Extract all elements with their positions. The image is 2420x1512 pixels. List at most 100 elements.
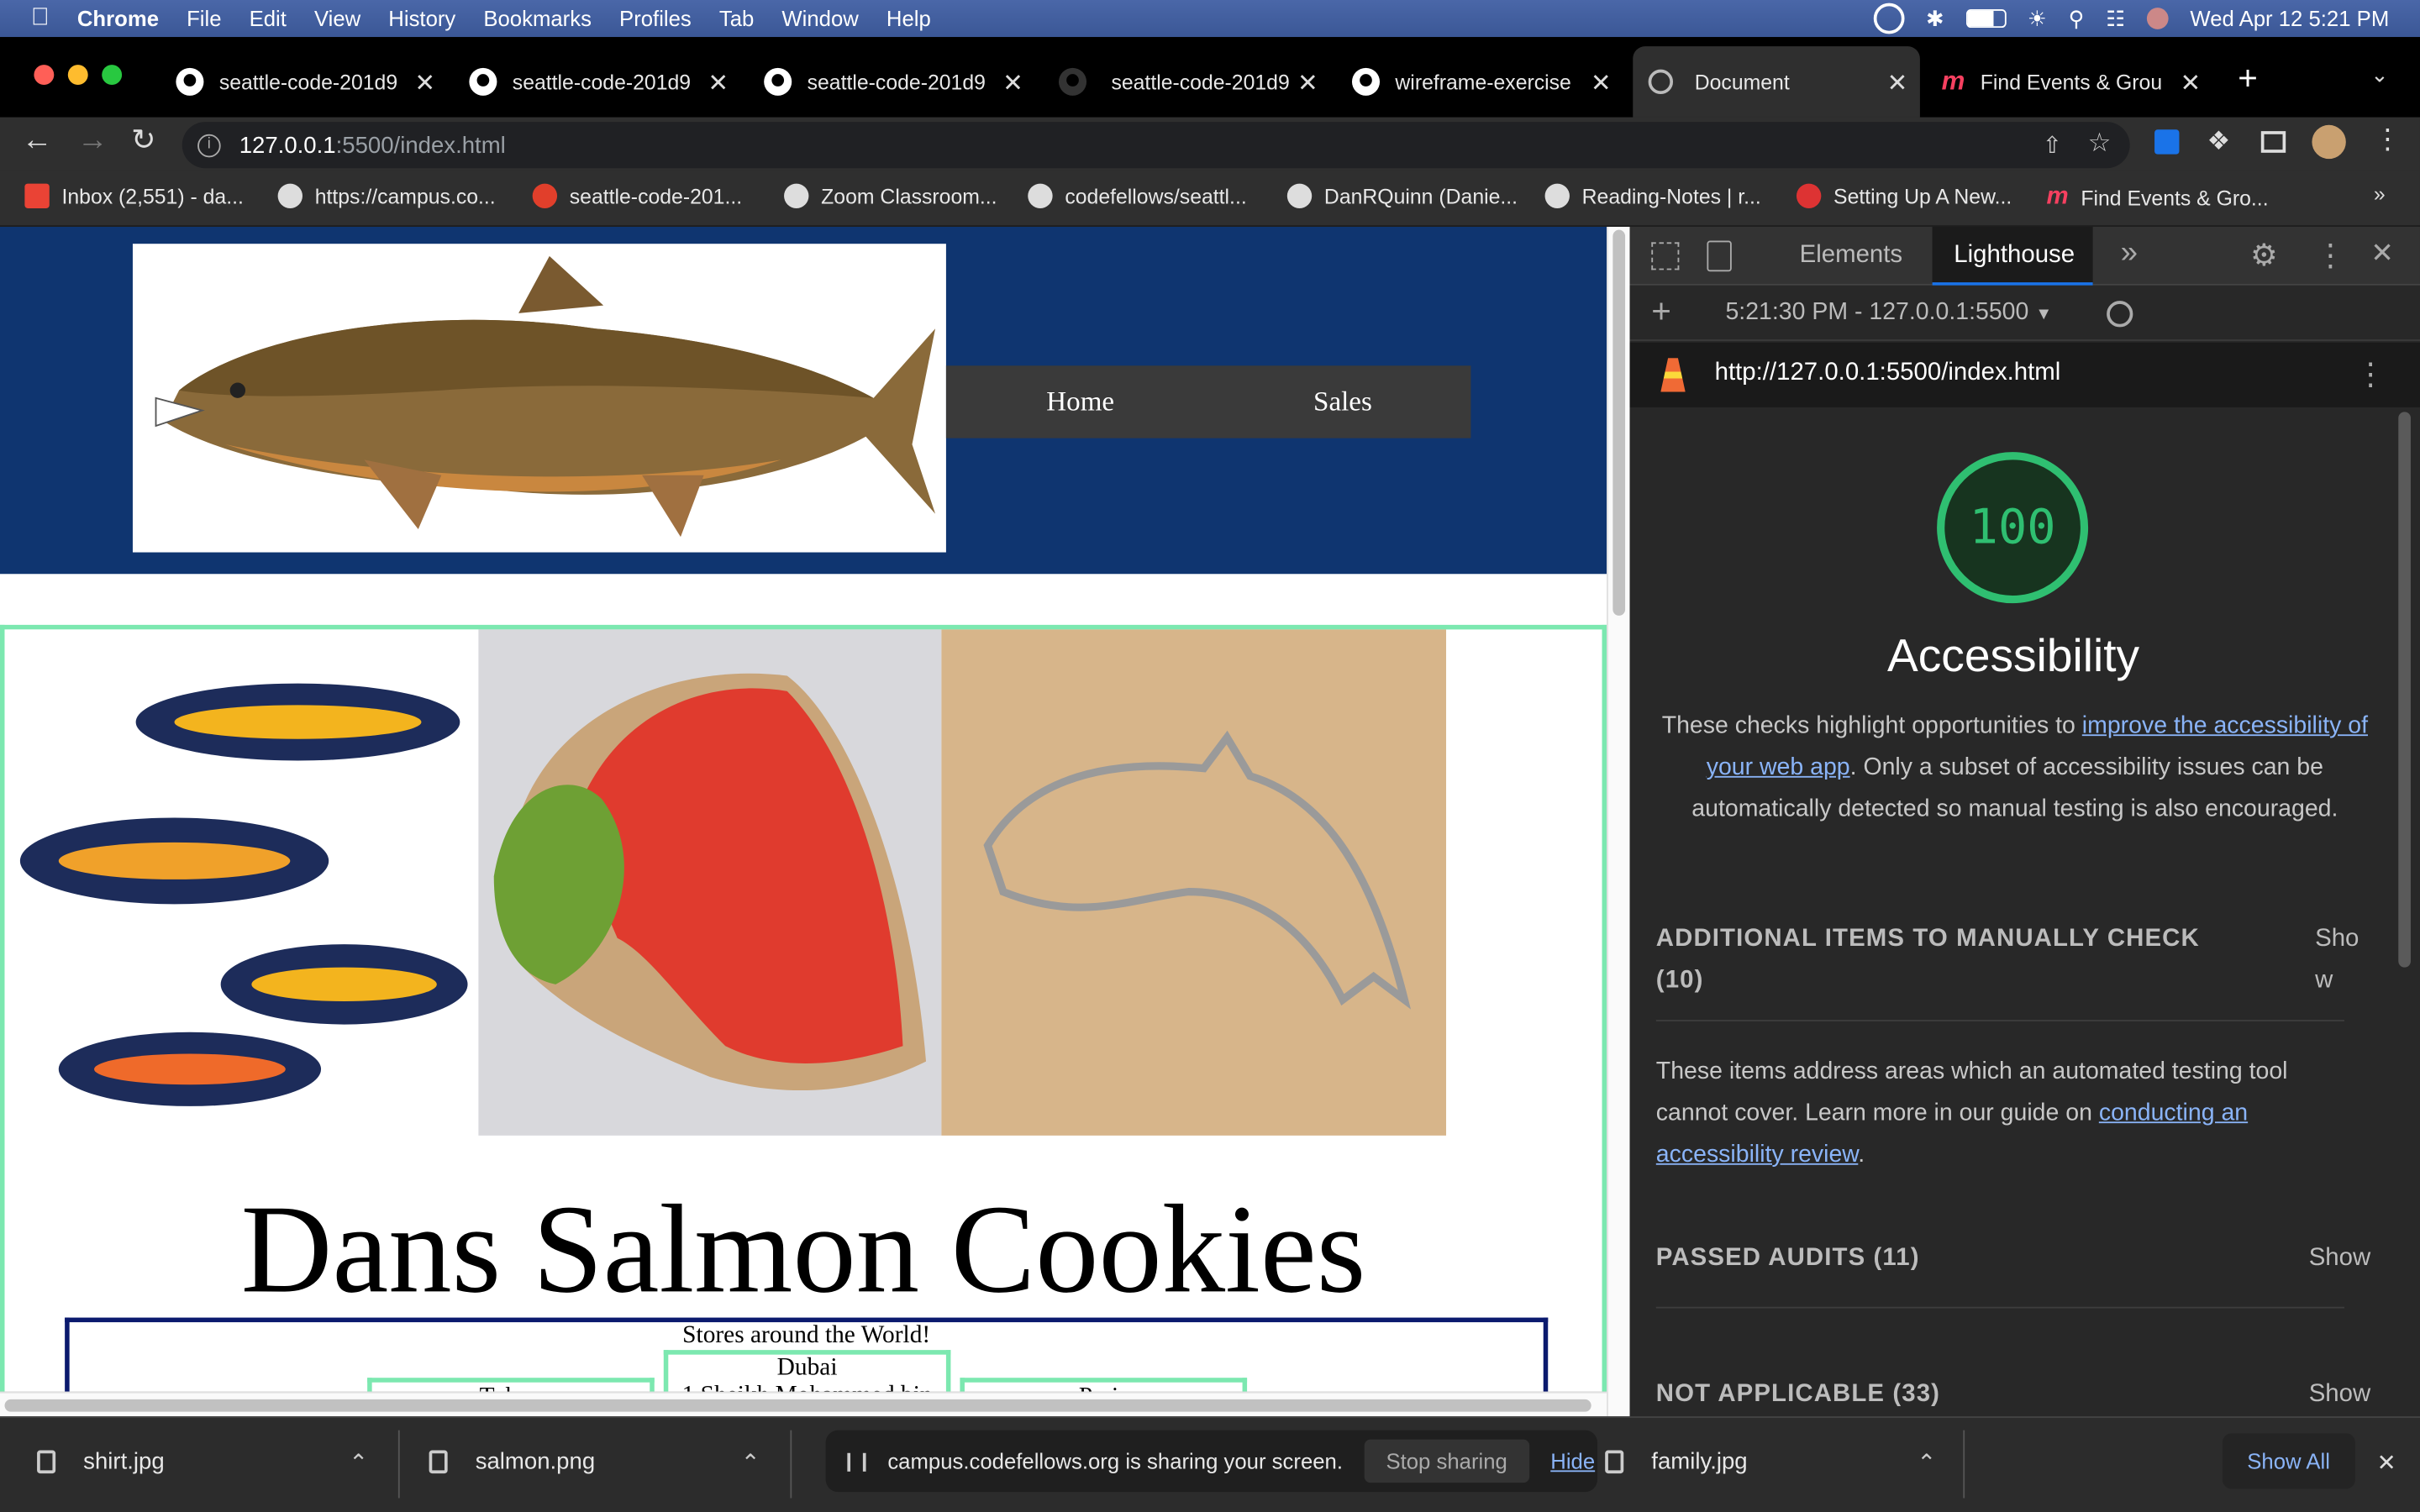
apple-icon[interactable]:  (31, 5, 50, 33)
bookmarks-overflow-icon[interactable]: » (2374, 182, 2386, 206)
forward-icon[interactable]: → (77, 123, 108, 159)
download-item-salmon[interactable]: salmon.png (429, 1449, 595, 1475)
bookmark-reading-notes[interactable]: Reading-Notes | r... (1544, 183, 1761, 208)
menu-window[interactable]: Window (781, 6, 858, 30)
window-close-button[interactable] (34, 65, 55, 86)
bookmark-codefellows[interactable]: codefellows/seattl... (1028, 183, 1247, 208)
devtools-menu-icon[interactable]: ⋮ (2315, 236, 2346, 275)
devtools-close-icon[interactable]: ✕ (2370, 238, 2394, 270)
device-toolbar-icon[interactable] (1707, 240, 1732, 272)
tab-close-icon[interactable]: ✕ (708, 68, 729, 99)
download-item-family[interactable]: family.jpg (1605, 1449, 1748, 1475)
user-color-icon[interactable] (2147, 8, 2169, 29)
bookmark-meetup[interactable]: m Find Events & Gro... (2047, 184, 2269, 212)
tab-document[interactable]: Document ✕ (1633, 46, 1920, 118)
control-center-icon[interactable]: ☷ (2106, 5, 2125, 31)
menu-view[interactable]: View (314, 6, 360, 30)
hide-share-link[interactable]: Hide (1550, 1449, 1595, 1473)
share-text: campus.codefellows.org is sharing your s… (887, 1448, 1344, 1474)
vertical-scroll-thumb[interactable] (1612, 229, 1626, 616)
devtools-tab-elements[interactable]: Elements (1800, 242, 1903, 270)
menu-profiles[interactable]: Profiles (619, 6, 692, 30)
tab-close-icon[interactable]: ✕ (414, 68, 435, 99)
devtools-tab-lighthouse-label[interactable]: Lighthouse (1954, 242, 2075, 270)
bookmark-campus[interactable]: https://campus.co... (277, 183, 496, 208)
download-chevron-icon[interactable]: ⌃ (1917, 1449, 1936, 1477)
tab-close-icon[interactable]: ✕ (1887, 68, 1908, 99)
clear-reports-icon[interactable] (2107, 301, 2133, 328)
passed-audits-show[interactable]: Show (2309, 1245, 2371, 1273)
site-info-icon[interactable]: i (197, 133, 221, 157)
github-icon (469, 67, 497, 96)
profile-avatar[interactable] (2312, 124, 2346, 160)
manual-check-heading[interactable]: ADDITIONAL ITEMS TO MANUALLY CHECK (10) (1656, 918, 2243, 1001)
reload-icon[interactable]: ↻ (131, 123, 155, 159)
page-horizontal-scrollbar[interactable] (0, 1391, 1607, 1417)
bookmark-danrquinn[interactable]: DanRQuinn (Danie... (1286, 183, 1518, 208)
page-vertical-scrollbar[interactable] (1607, 226, 1630, 1417)
web-page-viewport: Home Sales Dans Salmon Cookies Stores ar… (0, 226, 1607, 1392)
nav-home-link[interactable]: Home (1046, 386, 1114, 418)
search-icon[interactable]: ⚲ (2069, 5, 2085, 31)
show-all-button[interactable]: Show All (2222, 1433, 2355, 1489)
back-icon[interactable]: ← (22, 123, 53, 159)
tab-search-chevron-icon[interactable]: ⌄ (2370, 61, 2389, 87)
battery-icon[interactable] (1965, 9, 2007, 29)
devtools-scrollbar[interactable] (2398, 412, 2411, 968)
new-tab-button[interactable]: + (2238, 59, 2258, 99)
download-chevron-icon[interactable]: ⌃ (741, 1449, 760, 1477)
horizontal-scroll-thumb[interactable] (4, 1399, 1591, 1412)
not-applicable-heading[interactable]: NOT APPLICABLE (33) (1656, 1381, 2344, 1409)
bookmark-star-icon[interactable]: ☆ (2088, 128, 2112, 159)
extension-blue-icon[interactable] (2154, 129, 2180, 155)
download-item-shirt[interactable]: shirt.jpg (37, 1449, 165, 1475)
chrome-menu-icon[interactable]: ⋮ (2374, 123, 2402, 156)
stop-sharing-button[interactable]: Stop sharing (1364, 1439, 1529, 1483)
address-bar[interactable]: i 127.0.0.1:5500/index.html ⇧ ☆ (182, 122, 2130, 169)
tab-wireframe[interactable]: wireframe-exercise ✕ (1337, 46, 1624, 117)
tab-github-3[interactable]: seattle-code-201d9 ✕ (749, 46, 1036, 117)
tab-close-icon[interactable]: ✕ (2181, 68, 2202, 99)
menu-help[interactable]: Help (886, 6, 931, 30)
wifi-icon[interactable]: ☀ (2028, 5, 2047, 31)
tab-github-4[interactable]: seattle-code-201d9 ✕ (1044, 46, 1331, 117)
pause-icon: ❙❙ (841, 1450, 872, 1473)
side-panel-icon[interactable] (2260, 131, 2286, 153)
extensions-puzzle-icon[interactable]: ❖ (2207, 127, 2231, 158)
tab-close-icon[interactable]: ✕ (1297, 68, 1318, 99)
not-applicable-show[interactable]: Show (2309, 1381, 2371, 1409)
window-zoom-button[interactable] (102, 65, 123, 86)
siri-icon[interactable] (1873, 3, 1905, 34)
bookmark-setting-up[interactable]: Setting Up A New... (1796, 183, 2012, 208)
window-minimize-button[interactable] (67, 65, 88, 86)
more-tabs-icon[interactable]: » (2121, 236, 2138, 271)
menu-tab[interactable]: Tab (719, 6, 754, 30)
tab-close-icon[interactable]: ✕ (1591, 68, 1612, 99)
bookmark-zoom[interactable]: Zoom Classroom... (784, 183, 997, 208)
report-selector[interactable]: 5:21:30 PM - 127.0.0.1:5500 ▼ (1725, 299, 2052, 327)
devtools-settings-icon[interactable]: ⚙ (2250, 236, 2278, 275)
menu-history[interactable]: History (388, 6, 455, 30)
tab-github-2[interactable]: seattle-code-201d9 ✕ (454, 46, 741, 117)
nav-sales-link[interactable]: Sales (1313, 386, 1372, 418)
bookmark-seattle-code[interactable]: seattle-code-201... (532, 183, 742, 208)
bluetooth-icon[interactable]: ✱ (1926, 5, 1944, 31)
menu-file[interactable]: File (187, 6, 221, 30)
manual-check-show[interactable]: Show (2315, 918, 2370, 1001)
tab-meetup[interactable]: m Find Events & Grou ✕ (1926, 46, 2213, 117)
passed-audits-heading[interactable]: PASSED AUDITS (11) (1656, 1245, 2344, 1273)
download-divider (397, 1430, 400, 1499)
menubar-clock[interactable]: Wed Apr 12 5:21 PM (2190, 6, 2389, 30)
downloads-close-icon[interactable]: ✕ (2377, 1449, 2396, 1477)
download-chevron-icon[interactable]: ⌃ (349, 1449, 368, 1477)
tab-close-icon[interactable]: ✕ (1002, 68, 1023, 99)
bookmark-gmail[interactable]: Inbox (2,551) - da... (24, 183, 244, 208)
tab-github-1[interactable]: seattle-code-201d9 ✕ (160, 46, 448, 117)
menu-bookmarks[interactable]: Bookmarks (483, 6, 592, 30)
lighthouse-menu-icon[interactable]: ⋮ (2355, 354, 2386, 393)
inspect-element-icon[interactable] (1651, 242, 1680, 270)
new-report-icon[interactable]: + (1651, 291, 1671, 332)
menu-edit[interactable]: Edit (250, 6, 287, 30)
menu-app-name[interactable]: Chrome (77, 6, 159, 30)
share-icon[interactable]: ⇧ (2043, 131, 2062, 159)
